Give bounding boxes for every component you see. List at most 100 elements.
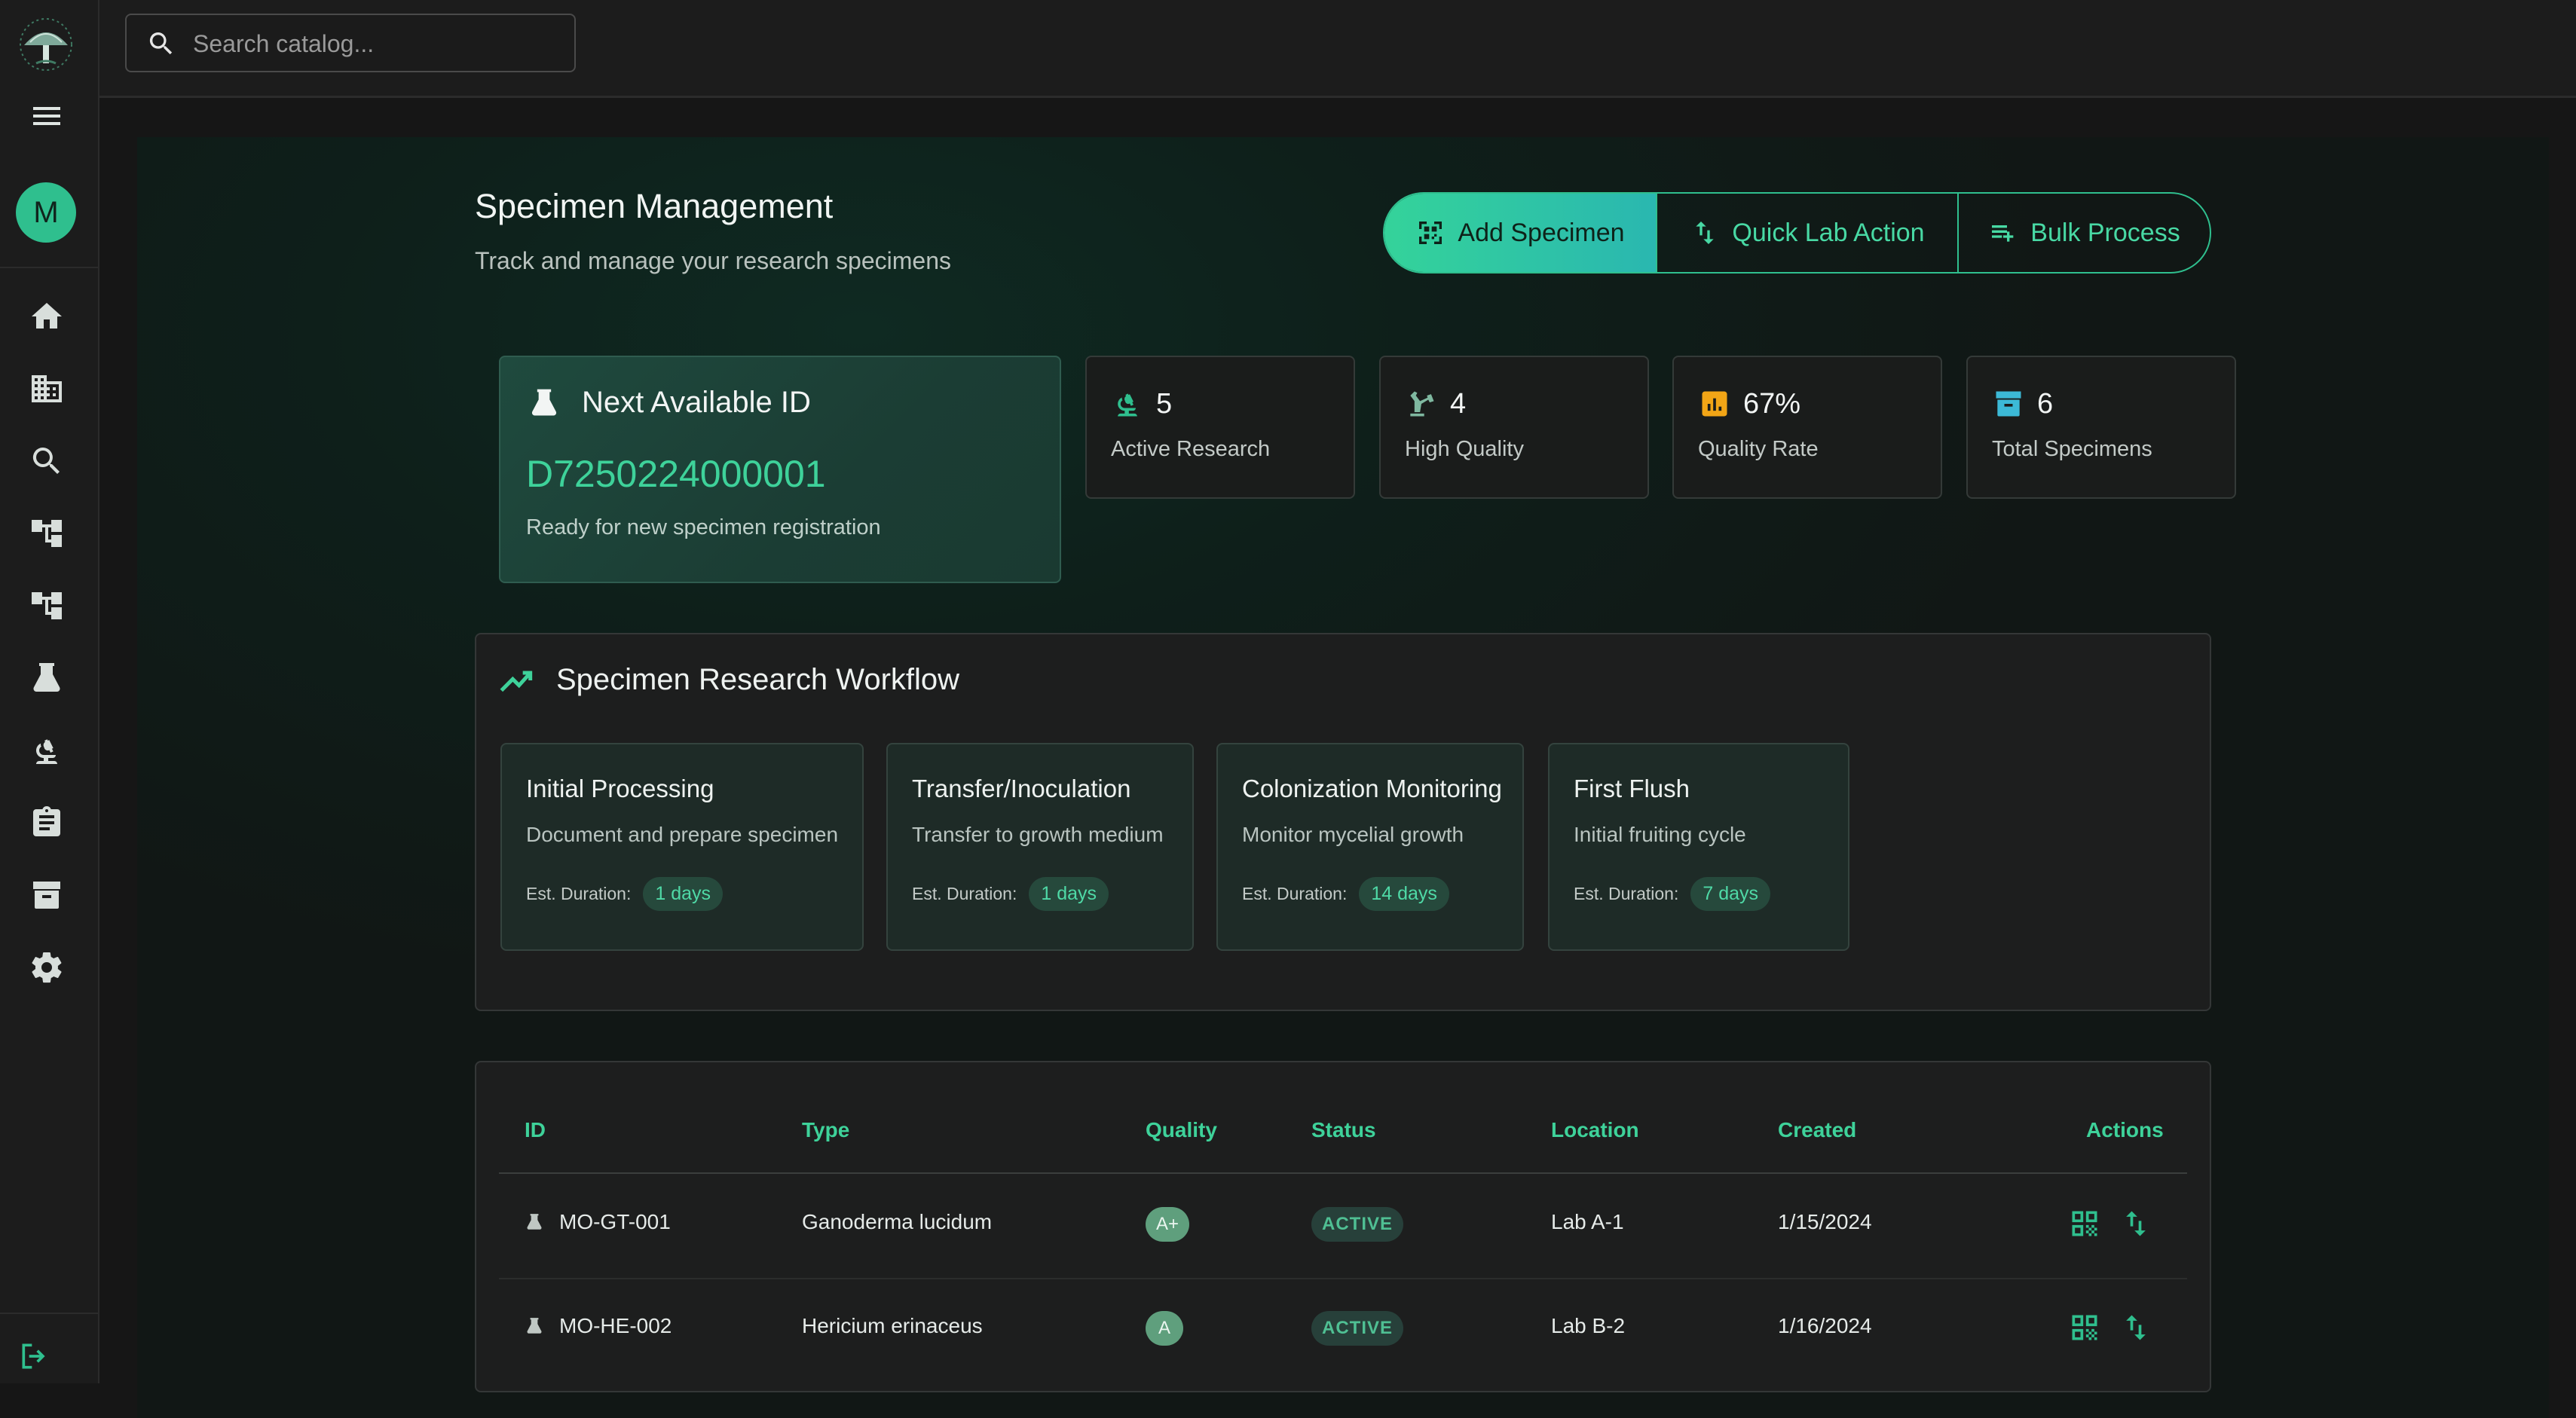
qr-code-button[interactable] — [2068, 1207, 2101, 1240]
qr-code-icon — [2072, 1211, 2097, 1236]
sidebar-item-flask[interactable] — [29, 660, 65, 696]
quick-lab-action-label: Quick Lab Action — [1732, 218, 1925, 247]
stat-label: High Quality — [1405, 437, 1524, 461]
logout-icon[interactable] — [17, 1340, 53, 1373]
step-duration-badge: 1 days — [1029, 877, 1109, 911]
step-duration-label: Est. Duration: — [1574, 884, 1679, 903]
swap-vert-icon — [1696, 222, 1715, 244]
stat-value: 67% — [1743, 387, 1801, 420]
column-header-actions: Actions — [2086, 1118, 2164, 1141]
step-title: Transfer/Inoculation — [912, 775, 1131, 802]
qr-code-button[interactable] — [2068, 1311, 2101, 1344]
column-header-status[interactable]: Status — [1311, 1118, 1376, 1142]
specimen-table: ID Type Quality Status Location Created … — [475, 1061, 2211, 1392]
workflow-step-first-flush[interactable]: First Flush Initial fruiting cycle Est. … — [1548, 743, 1849, 951]
specimen-id: MO-GT-001 — [559, 1210, 671, 1233]
search-box[interactable] — [125, 14, 576, 72]
add-specimen-button[interactable]: Add Specimen — [1384, 194, 1656, 272]
flask-icon — [531, 389, 557, 415]
tree-icon — [32, 520, 62, 547]
stat-card-active-research: 5 Active Research — [1085, 356, 1355, 499]
specimen-type: Ganoderma lucidum — [802, 1210, 993, 1233]
sidebar-item-home[interactable] — [29, 298, 65, 335]
step-title: First Flush — [1574, 775, 1690, 802]
sidebar-item-archive[interactable] — [29, 877, 65, 913]
column-header-type[interactable]: Type — [802, 1118, 849, 1142]
table-row-2-id: MO-HE-002 — [525, 1314, 672, 1338]
search-input[interactable] — [191, 24, 556, 63]
swap-button[interactable] — [2119, 1311, 2152, 1344]
sidebar-item-search[interactable] — [29, 443, 65, 479]
quality-badge: A — [1146, 1311, 1183, 1346]
column-header-created[interactable]: Created — [1778, 1118, 1856, 1142]
search-icon — [32, 448, 60, 474]
table-row-1-id: MO-GT-001 — [525, 1210, 671, 1234]
playlist-add-icon — [1992, 225, 2014, 242]
sidebar-item-clipboard[interactable] — [29, 805, 65, 841]
step-duration-badge: 1 days — [643, 877, 724, 911]
stat-label: Total Specimens — [1992, 437, 2152, 461]
stat-label: Quality Rate — [1698, 437, 1819, 461]
workflow-panel: Specimen Research Workflow Initial Proce… — [475, 633, 2211, 1011]
archive-icon — [33, 882, 60, 909]
sidebar-item-settings[interactable] — [29, 949, 65, 986]
header-divider — [499, 1172, 2187, 1174]
flask-icon — [33, 663, 60, 692]
sidebar-item-tree-2[interactable] — [29, 588, 65, 624]
step-duration-label: Est. Duration: — [1242, 884, 1348, 903]
menu-icon[interactable] — [30, 101, 63, 131]
archive-icon — [1996, 391, 2021, 417]
add-specimen-label: Add Specimen — [1458, 218, 1625, 247]
row-divider — [499, 1278, 2187, 1279]
next-id-note: Ready for new specimen registration — [526, 515, 881, 539]
bulk-process-button[interactable]: Bulk Process — [1957, 194, 2210, 272]
workflow-step-initial-processing[interactable]: Initial Processing Document and prepare … — [500, 743, 864, 951]
specimen-location: Lab A-1 — [1551, 1210, 1624, 1233]
gear-icon — [32, 952, 62, 983]
stat-card-total-specimens: 6 Total Specimens — [1966, 356, 2236, 499]
stat-value: 6 — [2037, 387, 2054, 420]
workflow-title: Specimen Research Workflow — [556, 663, 960, 696]
next-id-value: D7250224000001 — [526, 453, 826, 495]
column-header-quality[interactable]: Quality — [1146, 1118, 1217, 1142]
step-duration-label: Est. Duration: — [912, 884, 1017, 903]
building-icon — [32, 375, 62, 402]
action-button-group: Add Specimen Quick Lab Action Bulk Proce… — [1383, 192, 2211, 274]
mushroom-logo-icon — [14, 17, 78, 72]
sidebar-divider-bottom — [0, 1313, 98, 1314]
sidebar-item-microscope[interactable] — [29, 732, 65, 769]
stat-card-high-quality: 4 High Quality — [1379, 356, 1649, 499]
stat-card-quality-rate: 67% Quality Rate — [1672, 356, 1942, 499]
quality-badge: A+ — [1146, 1207, 1190, 1242]
workflow-step-transfer[interactable]: Transfer/Inoculation Transfer to growth … — [886, 743, 1194, 951]
page-subtitle: Track and manage your research specimens — [475, 247, 951, 274]
step-duration-badge: 7 days — [1690, 877, 1771, 911]
page-title: Specimen Management — [475, 187, 834, 225]
step-description: Monitor mycelial growth — [1242, 823, 1464, 846]
home-icon — [32, 303, 62, 329]
step-title: Initial Processing — [526, 775, 714, 802]
top-bar — [99, 0, 2576, 98]
column-header-id[interactable]: ID — [525, 1118, 546, 1142]
bar-chart-icon — [1702, 391, 1727, 417]
sidebar-item-building[interactable] — [29, 371, 65, 407]
search-icon — [149, 32, 173, 55]
clipboard-icon — [33, 806, 60, 836]
qr-scan-icon — [1419, 222, 1442, 244]
step-title: Colonization Monitoring — [1242, 775, 1502, 802]
swap-vert-icon — [2126, 1211, 2146, 1236]
next-id-title: Next Available ID — [582, 386, 811, 419]
sidebar: M — [0, 0, 99, 1383]
flask-icon — [527, 1318, 542, 1334]
column-header-location[interactable]: Location — [1551, 1118, 1639, 1142]
workflow-step-colonization[interactable]: Colonization Monitoring Monitor mycelial… — [1216, 743, 1524, 951]
quick-lab-action-button[interactable]: Quick Lab Action — [1656, 194, 1957, 272]
swap-button[interactable] — [2119, 1207, 2152, 1240]
status-badge: ACTIVE — [1311, 1207, 1404, 1242]
specimen-id: MO-HE-002 — [559, 1314, 672, 1337]
step-duration-label: Est. Duration: — [526, 884, 632, 903]
sidebar-item-tree-1[interactable] — [29, 515, 65, 552]
next-id-card: Next Available ID D7250224000001 Ready f… — [499, 356, 1061, 583]
avatar[interactable]: M — [16, 182, 76, 243]
sidebar-divider — [0, 267, 98, 268]
